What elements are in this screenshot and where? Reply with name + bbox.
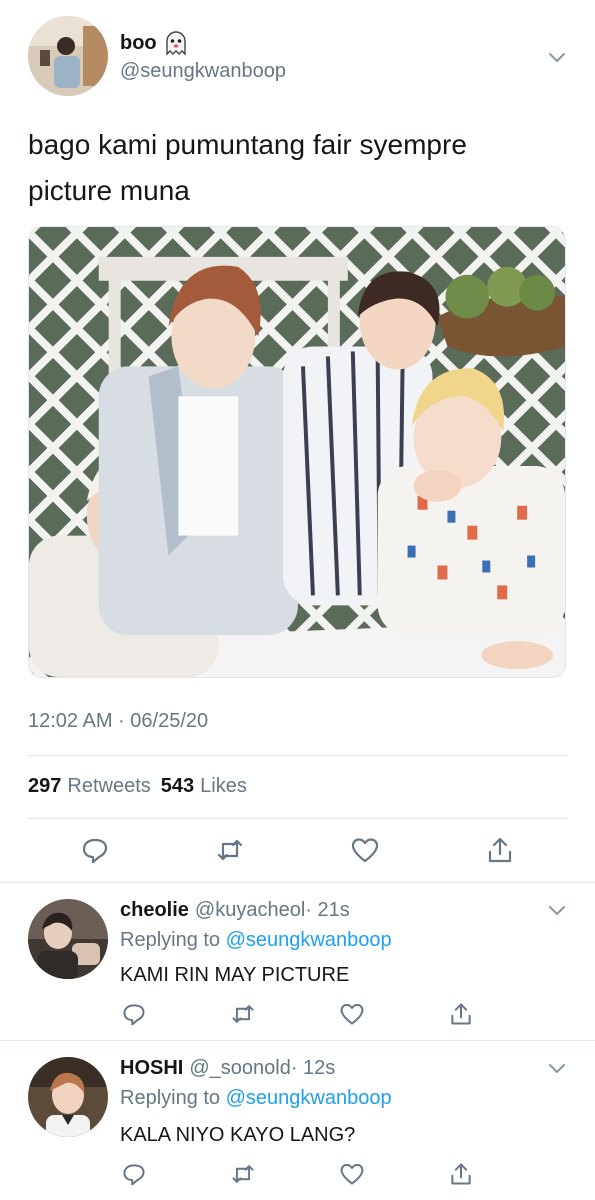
tweet-timestamp[interactable]: 12:02 AM · 06/25/20 [28,710,208,733]
reply-tweet[interactable]: HOSHI @_soonold· 12s Replying to @seungkw… [0,1041,595,1200]
tweet-photo[interactable] [28,226,566,678]
share-icon[interactable] [485,835,515,865]
reply-time: · 12s [290,1057,336,1079]
reply-icon[interactable] [121,1161,147,1187]
reply-handle[interactable]: @_soonold [189,1057,290,1079]
reply-icon[interactable] [121,1001,147,1027]
reply-text: KALA NIYO KAYO LANG? [120,1124,356,1146]
share-icon[interactable] [448,1001,474,1027]
replying-to-link[interactable]: @seungkwanboop [226,1087,392,1109]
reply-display-name[interactable]: HOSHI [120,1057,183,1079]
retweets-stat[interactable]: 297 Retweets [28,775,151,798]
reply-display-name[interactable]: cheolie [120,899,189,921]
avatar[interactable] [28,1057,108,1137]
reply-header: cheolie @kuyacheol· 21s [120,899,350,922]
tweet-text: bago kami pumuntang fair syempre picture… [28,129,467,206]
replying-to: Replying to @seungkwanboop [120,929,392,951]
replying-to-link[interactable]: @seungkwanboop [226,929,392,951]
chevron-down-icon[interactable] [546,46,568,68]
tweet-stats: 297 Retweets 543 Likes [28,775,247,798]
divider [28,755,568,756]
reply-handle[interactable]: @kuyacheol [195,899,305,921]
replying-to: Replying to @seungkwanboop [120,1087,392,1109]
reply-text: KAMI RIN MAY PICTURE [120,964,350,986]
author-display-name[interactable]: boo [120,30,189,56]
chevron-down-icon[interactable] [546,899,568,921]
share-icon[interactable] [448,1161,474,1187]
heart-icon[interactable] [350,835,380,865]
author-handle[interactable]: @seungkwanboop [120,60,286,83]
ghost-emoji-icon [163,30,189,56]
retweet-icon[interactable] [230,1001,256,1027]
reply-header: HOSHI @_soonold· 12s [120,1057,335,1080]
likes-stat[interactable]: 543 Likes [161,775,247,798]
reply-icon[interactable] [80,835,110,865]
chevron-down-icon[interactable] [546,1057,568,1079]
main-tweet: boo @seungkwanboop bago kami pumuntang f… [0,0,595,882]
divider [28,818,568,819]
avatar[interactable] [28,899,108,979]
heart-icon[interactable] [339,1001,365,1027]
retweet-icon[interactable] [215,835,245,865]
heart-icon[interactable] [339,1161,365,1187]
retweet-icon[interactable] [230,1161,256,1187]
author-avatar[interactable] [28,16,108,96]
main-tweet-actions [0,835,595,865]
reply-tweet[interactable]: cheolie @kuyacheol· 21s Replying to @seun… [0,883,595,1040]
reply-time: · 21s [305,899,350,921]
